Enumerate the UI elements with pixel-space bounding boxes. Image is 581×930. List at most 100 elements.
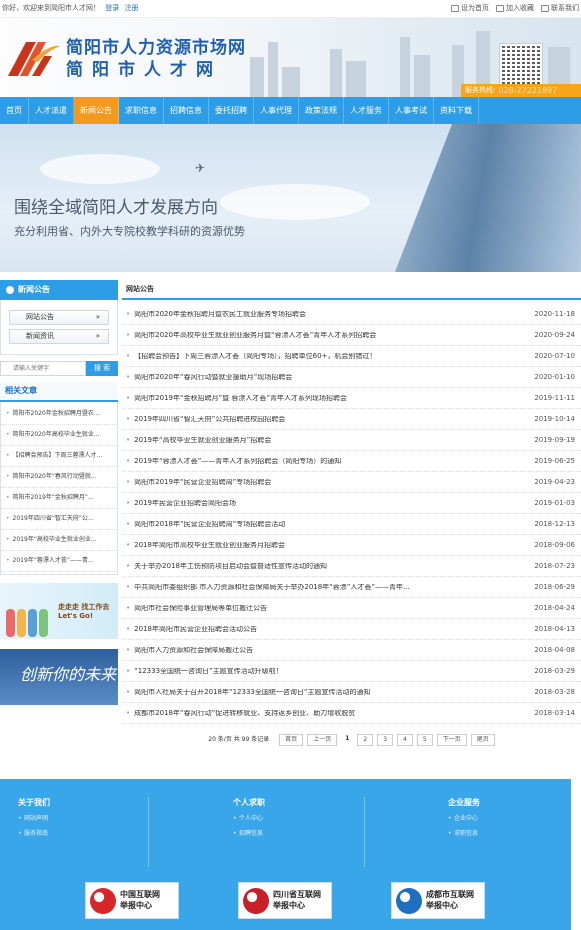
- nav-item[interactable]: 人事考试: [389, 97, 434, 124]
- job-ad-banner[interactable]: 走走走 找工作去 Let's Go!: [0, 583, 118, 639]
- article-title[interactable]: 简阳市2019年“金秋招聘月”暨 蓉漂人才荟”青年人才系列现场招聘会: [126, 395, 347, 402]
- article-title[interactable]: 简阳市2020年“春风行动暨就业援助月”现场招聘会: [126, 374, 292, 381]
- article-row[interactable]: 简阳市社会保险事业管理局等单位搬迁公告 2018-04-24: [122, 598, 581, 619]
- search-input[interactable]: [0, 361, 86, 376]
- search-button[interactable]: 搜 索: [86, 361, 118, 376]
- report-badge-china[interactable]: 中国互联网 举报中心: [85, 882, 179, 919]
- article-row[interactable]: 2018年简阳市民营企业招聘会活动公告 2018-04-13: [122, 619, 581, 640]
- article-row[interactable]: 简阳市2020年“春风行动暨就业援助月”现场招聘会 2020-01-10: [122, 367, 581, 388]
- nav-item[interactable]: 首页: [0, 97, 29, 124]
- prev-page-button[interactable]: 上一页: [307, 734, 338, 746]
- article-row[interactable]: 2019年民营企业招聘会简阳会场 2019-01-03: [122, 493, 581, 514]
- article-title[interactable]: 2019年“高校毕业生就业创业服务月”招聘会: [126, 437, 271, 444]
- related-item[interactable]: 2019年“高校毕业生就业创业...: [1, 530, 117, 551]
- article-row[interactable]: 关于举办2018年工伤预防项目启动会暨普适性宣传活动的通知 2018-07-23: [122, 556, 581, 577]
- nav-item[interactable]: 委托招聘: [209, 97, 254, 124]
- related-item[interactable]: 2019年四川省“智汇天府”公...: [1, 509, 117, 530]
- article-date: 2019-11-11: [534, 393, 575, 402]
- article-date: 2018-07-23: [534, 561, 575, 570]
- article-row[interactable]: 简阳市人社局关于召开2018年“12333全国统一咨询日”主题宣传活动的通知 20…: [122, 682, 581, 703]
- page-number-button[interactable]: 1: [341, 734, 353, 746]
- article-row[interactable]: “12333全国统一咨询日”主题宣传活动升级啦！ 2018-03-29: [122, 661, 581, 682]
- article-date: 2018-09-06: [534, 540, 575, 549]
- page-number-button[interactable]: 3: [377, 734, 394, 746]
- first-page-button[interactable]: 首页: [279, 734, 304, 746]
- set-home-link[interactable]: 设为首页: [451, 5, 489, 12]
- badge-text: 中国互联网 举报中心: [120, 890, 160, 912]
- page-numbers: 12345: [341, 734, 433, 746]
- hero-banner: ✈ 围绕全域简阳人才发展方向 充分利用省、内外大专院校教学科研的资源优势: [0, 124, 581, 272]
- article-row[interactable]: 2018年简阳市高校毕业生就业创业服务月招聘会 2018-09-06: [122, 535, 581, 556]
- set-home-label: 设为首页: [461, 4, 489, 12]
- article-title[interactable]: 简阳市2020年高校毕业生就业创业服务月暨“蓉漂人才荟”青年人才系列招聘会: [126, 332, 376, 339]
- footer-link[interactable]: 个人中心: [233, 816, 265, 823]
- nav-item[interactable]: 资料下载: [434, 97, 479, 124]
- article-row[interactable]: 中共简阳市委组织部 市人力资源和社会保障局关于举办2018年“蓉漂”人才荟”——…: [122, 577, 581, 598]
- article-row[interactable]: 简阳市人力资源和社会保障局搬迁公告 2018-04-08: [122, 640, 581, 661]
- sidebar-item-site-notice[interactable]: 网站公告 »: [9, 310, 109, 325]
- article-title[interactable]: 简阳市人力资源和社会保障局搬迁公告: [126, 647, 253, 654]
- article-row[interactable]: 简阳市2019年“民营企业招聘周”专场招聘会 2019-04-23: [122, 472, 581, 493]
- report-logo-icon: [396, 887, 422, 914]
- related-item[interactable]: 简阳市2020年金秋招聘月暨农...: [1, 404, 117, 425]
- article-title[interactable]: 简阳市人社局关于召开2018年“12333全国统一咨询日”主题宣传活动的通知: [126, 689, 370, 696]
- contact-link[interactable]: 联系我们: [541, 5, 579, 12]
- sidebar-item-news[interactable]: 新闻资讯 »: [9, 329, 109, 344]
- article-title[interactable]: 简阳市2019年“民营企业招聘周”专场招聘会: [126, 479, 271, 486]
- nav-item[interactable]: 人才服务: [344, 97, 389, 124]
- article-row[interactable]: 简阳市2018年“民营企业招聘周”专场招聘会活动 2018-12-13: [122, 514, 581, 535]
- article-row[interactable]: 简阳市2020年金秋招聘月暨农民工就业服务专场招聘会 2020-11-18: [122, 304, 581, 325]
- nav-item[interactable]: 人才派遣: [29, 97, 74, 124]
- nav-item[interactable]: 人事代理: [254, 97, 299, 124]
- footer-link[interactable]: 服务指南: [18, 831, 50, 838]
- page-number-button[interactable]: 5: [416, 734, 433, 746]
- article-title[interactable]: 成都市2018年“春风行动”促进转移就业、支持返乡创业、助力增收脱贫: [126, 710, 355, 717]
- article-title[interactable]: “12333全国统一咨询日”主题宣传活动升级啦！: [126, 668, 283, 675]
- article-title[interactable]: 2019年“蓉漂人才荟”——青年人才系列招聘会（简阳专场）的通知: [126, 458, 341, 465]
- article-title[interactable]: 中共简阳市委组织部 市人力资源和社会保障局关于举办2018年“蓉漂”人才荟”——…: [126, 584, 410, 591]
- article-title[interactable]: 简阳市社会保险事业管理局等单位搬迁公告: [126, 605, 267, 612]
- article-row[interactable]: 2019年四川省“智汇天府”公共招聘进校园招聘会 2019-10-14: [122, 409, 581, 430]
- article-title[interactable]: 2019年民营企业招聘会简阳会场: [126, 500, 236, 507]
- innovation-banner[interactable]: 创新你的未来: [0, 649, 118, 705]
- article-title[interactable]: 简阳市2018年“民营企业招聘周”专场招聘会活动: [126, 521, 285, 528]
- favorite-link[interactable]: 加入收藏: [496, 5, 534, 12]
- article-title[interactable]: 2018年简阳市高校毕业生就业创业服务月招聘会: [126, 542, 285, 549]
- double-chevron-icon: »: [95, 313, 100, 321]
- article-title[interactable]: 关于举办2018年工伤预防项目启动会暨普适性宣传活动的通知: [126, 563, 327, 570]
- report-badge-chengdu[interactable]: 成都市互联网 举报中心: [391, 882, 485, 919]
- related-item[interactable]: 2019年“蓉漂人才荟”——青...: [1, 551, 117, 572]
- related-item[interactable]: 简阳市2020年“春风行动暨就...: [1, 467, 117, 488]
- login-link[interactable]: 登录: [105, 4, 119, 12]
- report-badge-sichuan[interactable]: 四川省互联网 举报中心: [238, 882, 332, 919]
- nav-item[interactable]: 招聘信息: [164, 97, 209, 124]
- footer-link[interactable]: 招聘信息: [233, 831, 265, 838]
- page-number-button[interactable]: 4: [397, 734, 413, 746]
- article-row[interactable]: 2019年“蓉漂人才荟”——青年人才系列招聘会（简阳专场）的通知 2019-06-…: [122, 451, 581, 472]
- related-item[interactable]: 简阳市2020年高校毕业生就业...: [1, 425, 117, 446]
- article-title[interactable]: 简阳市2020年金秋招聘月暨农民工就业服务专场招聘会: [126, 311, 306, 318]
- qr-code: [499, 43, 543, 87]
- article-row[interactable]: 成都市2018年“春风行动”促进转移就业、支持返乡创业、助力增收脱贫 2018-0…: [122, 703, 581, 724]
- related-item[interactable]: 简阳市2019年“金秋招聘月”...: [1, 488, 117, 509]
- footer-col-title: 个人求职: [233, 798, 265, 807]
- related-item[interactable]: 【招聘会预告】下周三蓉漂人才...: [1, 446, 117, 467]
- footer-link[interactable]: 企业中心: [448, 816, 480, 823]
- register-link[interactable]: 注册: [124, 4, 138, 12]
- nav-item[interactable]: 新闻公告: [74, 97, 119, 124]
- article-row[interactable]: 简阳市2019年“金秋招聘月”暨 蓉漂人才荟”青年人才系列现场招聘会 2019-1…: [122, 388, 581, 409]
- footer-link[interactable]: 网站声明: [18, 816, 50, 823]
- article-row[interactable]: 简阳市2020年高校毕业生就业创业服务月暨“蓉漂人才荟”青年人才系列招聘会 202…: [122, 325, 581, 346]
- badge-line1: 中国互联网: [120, 889, 160, 899]
- nav-item[interactable]: 求职信息: [119, 97, 164, 124]
- next-page-button[interactable]: 下一页: [436, 734, 467, 746]
- article-row[interactable]: 2019年“高校毕业生就业创业服务月”招聘会 2019-09-19: [122, 430, 581, 451]
- last-page-button[interactable]: 尾页: [470, 734, 495, 746]
- nav-item[interactable]: 政策法规: [299, 97, 344, 124]
- footer-link[interactable]: 求职信息: [448, 831, 480, 838]
- article-title[interactable]: 2018年简阳市民营企业招聘会活动公告: [126, 626, 257, 633]
- article-title[interactable]: 【招聘会预告】下周三蓉漂人才荟（简阳专场），招聘单位60+，机会别错过！: [126, 353, 376, 360]
- article-title[interactable]: 2019年四川省“智汇天府”公共招聘进校园招聘会: [126, 416, 285, 423]
- article-row[interactable]: 【招聘会预告】下周三蓉漂人才荟（简阳专场），招聘单位60+，机会别错过！ 2020…: [122, 346, 581, 367]
- page-number-button[interactable]: 2: [357, 734, 374, 746]
